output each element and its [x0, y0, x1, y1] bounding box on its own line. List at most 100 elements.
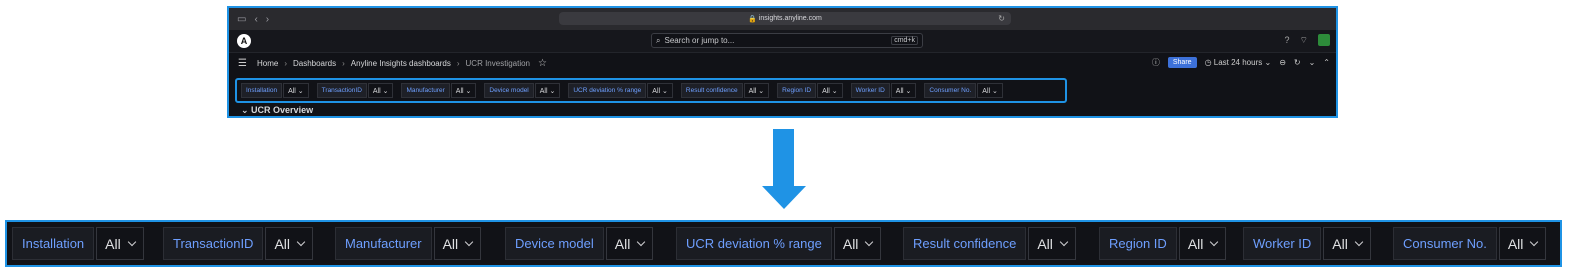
- filter-select[interactable]: All ⌄: [890, 83, 917, 98]
- news-icon[interactable]: ⌔: [1300, 35, 1308, 46]
- filter-select[interactable]: All ⌄: [283, 83, 309, 98]
- refresh-interval-icon[interactable]: ⌄: [1309, 58, 1316, 67]
- filter-select[interactable]: All: [1498, 227, 1547, 260]
- filter-value: All: [982, 87, 991, 95]
- filter-worker-id: Worker ID All: [1243, 227, 1371, 260]
- filter-select[interactable]: All ⌄: [817, 83, 843, 98]
- grafana-logo[interactable]: A: [237, 34, 251, 48]
- menu-icon[interactable]: ☰: [238, 58, 247, 69]
- filter-select[interactable]: All ⌄: [977, 83, 1003, 98]
- filter-small: Worker ID All ⌄: [850, 83, 917, 98]
- filter-region-id: Region ID All: [1099, 227, 1227, 260]
- info-icon[interactable]: ⓘ: [1152, 57, 1160, 68]
- help-icon[interactable]: ?: [1285, 35, 1290, 45]
- filter-label: Installation: [12, 227, 95, 260]
- filter-select[interactable]: All: [265, 227, 313, 260]
- address-bar[interactable]: 🔒 insights.anyline.com ↻: [559, 12, 1011, 25]
- filter-label: Region ID: [777, 83, 817, 98]
- share-button[interactable]: Share: [1167, 57, 1197, 68]
- filter-label: Worker ID: [1243, 227, 1322, 260]
- zoom-out-icon[interactable]: ⊖: [1279, 58, 1286, 67]
- breadcrumb-current: UCR Investigation: [465, 59, 531, 68]
- filter-label: TransactionID: [316, 83, 367, 98]
- filter-select[interactable]: All: [96, 227, 144, 260]
- filter-label: TransactionID: [163, 227, 264, 260]
- filter-consumer-no: Consumer No. All: [1393, 227, 1547, 260]
- filter-select[interactable]: All: [833, 227, 882, 260]
- refresh-icon[interactable]: ↻: [1294, 58, 1301, 67]
- filter-value: All: [842, 235, 859, 252]
- collapse-icon[interactable]: ⌃: [1323, 58, 1330, 67]
- filter-installation: Installation All: [12, 227, 144, 260]
- reload-icon[interactable]: ↻: [998, 14, 1005, 23]
- chevron-right-icon: ›: [342, 59, 345, 68]
- profile-avatar[interactable]: [1318, 34, 1330, 46]
- search-input[interactable]: ⌕ Search or jump to... cmd+k: [651, 33, 923, 48]
- filter-label: Region ID: [1099, 227, 1177, 260]
- filter-label: Device model: [505, 227, 604, 260]
- chevron-down-icon: [1059, 237, 1069, 247]
- filter-select[interactable]: All ⌄: [534, 83, 561, 98]
- filter-label: UCR deviation % range: [676, 227, 832, 260]
- breadcrumb-dashboards[interactable]: Dashboards: [293, 59, 336, 68]
- arrow-head-icon: [762, 186, 806, 209]
- filter-bar: Installation All TransactionID All Manuf…: [5, 220, 1562, 267]
- filter-value: All: [614, 235, 631, 252]
- arrow-down-icon: [773, 129, 794, 186]
- chevron-down-icon: [296, 237, 306, 247]
- filter-small: Result confidence All ⌄: [680, 83, 770, 98]
- filter-select[interactable]: All ⌄: [743, 83, 770, 98]
- filter-value: All: [455, 87, 464, 95]
- search-icon: ⌕: [656, 35, 661, 45]
- filter-result-confidence: Result confidence All: [903, 227, 1076, 260]
- filter-label: Consumer No.: [1393, 227, 1497, 260]
- filter-value: All: [442, 235, 459, 252]
- filter-select[interactable]: All: [1178, 227, 1227, 260]
- filter-value: All: [372, 87, 381, 95]
- dashboard-nav-bar: ☰ Home › Dashboards › Anyline Insights d…: [229, 53, 1336, 74]
- filter-select[interactable]: All ⌄: [367, 83, 394, 98]
- star-icon[interactable]: ☆: [538, 58, 547, 69]
- filter-label: Installation: [241, 83, 283, 98]
- filter-select[interactable]: All: [1028, 227, 1076, 260]
- filter-value: All: [1187, 235, 1204, 252]
- back-icon[interactable]: ‹: [254, 14, 257, 25]
- filter-select[interactable]: All: [433, 227, 482, 260]
- lock-icon: 🔒: [748, 15, 759, 23]
- breadcrumb: Home › Dashboards › Anyline Insights das…: [257, 59, 530, 68]
- breadcrumb-home[interactable]: Home: [257, 59, 278, 68]
- filter-value: All: [1332, 235, 1348, 252]
- chevron-down-icon: [1354, 237, 1364, 247]
- sidebar-toggle-icon[interactable]: ▭: [237, 14, 246, 25]
- filter-select[interactable]: All ⌄: [450, 83, 477, 98]
- chevron-down-icon: [1210, 237, 1219, 247]
- filter-label: Worker ID: [850, 83, 890, 98]
- filter-small: Region ID All ⌄: [777, 83, 843, 98]
- filter-select[interactable]: All ⌄: [647, 83, 673, 98]
- chevron-down-icon: [637, 237, 646, 247]
- filter-value: All: [274, 235, 290, 252]
- search-placeholder: Search or jump to...: [664, 36, 735, 45]
- filter-select[interactable]: All: [1323, 227, 1371, 260]
- search-shortcut: cmd+k: [891, 36, 918, 45]
- filter-transactionid: TransactionID All: [163, 227, 313, 260]
- grafana-top-bar: A ⌕ Search or jump to... cmd+k ? ⌔: [229, 30, 1336, 53]
- filter-label: Consumer No.: [924, 83, 977, 98]
- filter-label: Device model: [484, 83, 534, 98]
- row-title[interactable]: ⌄ UCR Overview: [241, 105, 313, 116]
- filter-small: Device model All ⌄: [484, 83, 561, 98]
- time-picker[interactable]: ◷ Last 24 hours ⌄: [1205, 58, 1272, 67]
- filter-manufacturer: Manufacturer All: [335, 227, 482, 260]
- chevron-down-icon: [1530, 237, 1539, 247]
- filter-value: All: [288, 87, 296, 95]
- chevron-down-icon: [127, 237, 136, 247]
- chevron-right-icon: ›: [456, 59, 460, 68]
- filter-value: All: [822, 87, 830, 95]
- chevron-down-icon: [865, 237, 874, 247]
- filter-value: All: [748, 87, 757, 95]
- breadcrumb-folder[interactable]: Anyline Insights dashboards: [351, 59, 451, 68]
- filter-value: All: [895, 87, 904, 95]
- forward-icon[interactable]: ›: [266, 14, 269, 25]
- filter-select[interactable]: All: [605, 227, 654, 260]
- filter-value: All: [539, 87, 548, 95]
